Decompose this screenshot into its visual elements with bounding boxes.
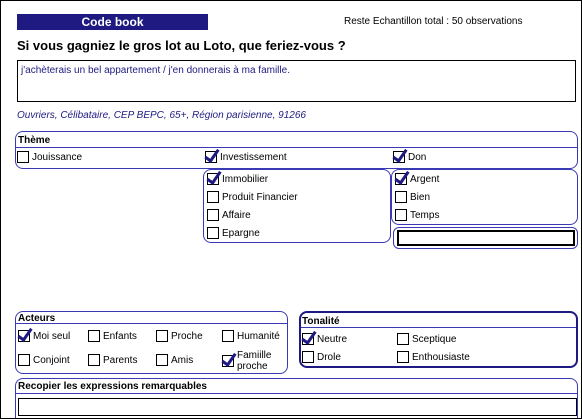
sample-info: Reste Echantillon total : 50 observation…	[344, 16, 523, 27]
checkbox-box[interactable]	[88, 354, 100, 366]
checkbox-label: Drole	[317, 351, 341, 363]
checkbox-box-checked[interactable]	[302, 333, 314, 345]
checkbox-box[interactable]	[302, 351, 314, 363]
respondent-profile: Ouvriers, Célibataire, CEP BEPC, 65+, Ré…	[17, 110, 306, 121]
checkbox-label: Proche	[171, 330, 203, 342]
expressions-input[interactable]	[18, 398, 577, 416]
checkbox-box-checked[interactable]	[395, 173, 407, 185]
checkbox-label: Bien	[410, 191, 431, 203]
expressions-title: Recopier les expressions remarquables	[18, 381, 207, 392]
checkbox-produit-financier[interactable]: Produit Financier	[207, 191, 298, 203]
checkbox-immobilier[interactable]: Immobilier	[207, 173, 268, 185]
checkbox-label: Jouissance	[32, 151, 83, 163]
checkbox-box[interactable]	[395, 209, 407, 221]
checkbox-label: Epargne	[222, 227, 260, 239]
checkbox-amis[interactable]: Amis	[156, 354, 193, 366]
checkbox-label: Enfants	[103, 330, 137, 342]
checkbox-don[interactable]: Don	[393, 151, 426, 163]
checkbox-label: Investissement	[220, 151, 287, 163]
checkbox-affaire[interactable]: Affaire	[207, 209, 251, 221]
checkbox-box[interactable]	[397, 351, 409, 363]
checkbox-box-checked[interactable]	[205, 151, 217, 163]
checkbox-label: Affaire	[222, 209, 251, 221]
expressions-title-underline	[16, 393, 577, 394]
checkbox-box-checked[interactable]	[393, 151, 405, 163]
checkbox-neutre[interactable]: Neutre	[302, 333, 347, 345]
checkbox-box[interactable]	[156, 330, 168, 342]
checkbox-label: Don	[408, 151, 427, 163]
checkbox-box[interactable]	[156, 354, 168, 366]
checkbox-box[interactable]	[17, 151, 29, 163]
checkbox-box-checked[interactable]	[18, 330, 30, 342]
checkbox-box[interactable]	[397, 333, 409, 345]
checkbox-argent[interactable]: Argent	[395, 173, 439, 185]
checkbox-label: Conjoint	[33, 354, 70, 366]
checkbox-box-checked[interactable]	[207, 173, 219, 185]
checkbox-label: Famiille proche	[237, 350, 272, 372]
tonalite-title-underline	[301, 327, 576, 328]
code-book-title: Code book	[17, 14, 208, 30]
checkbox-label: Immobilier	[222, 173, 269, 185]
tonalite-title: Tonalité	[302, 316, 340, 327]
checkbox-box[interactable]	[207, 191, 219, 203]
checkbox-jouissance[interactable]: Jouissance	[17, 151, 82, 163]
theme-title-underline	[16, 147, 577, 148]
answer-field[interactable]: j'achèterais un bel appartement / j'en d…	[17, 60, 576, 102]
theme-panel	[15, 131, 578, 169]
checkbox-box[interactable]	[88, 330, 100, 342]
don-other-input[interactable]	[397, 230, 575, 246]
checkbox-box[interactable]	[207, 227, 219, 239]
checkbox-label: Humanité	[237, 330, 280, 342]
checkbox-enfants[interactable]: Enfants	[88, 330, 137, 342]
checkbox-epargne[interactable]: Epargne	[207, 227, 260, 239]
checkbox-sceptique[interactable]: Sceptique	[397, 333, 456, 345]
checkbox-label: Sceptique	[412, 333, 457, 345]
checkbox-label: Enthousiaste	[412, 351, 470, 363]
checkbox-famille-proche[interactable]: Famiille proche	[222, 350, 285, 372]
checkbox-box[interactable]	[222, 330, 234, 342]
checkbox-proche[interactable]: Proche	[156, 330, 203, 342]
checkbox-investissement[interactable]: Investissement	[205, 151, 287, 163]
acteurs-title: Acteurs	[18, 313, 56, 324]
acteurs-title-underline	[16, 323, 287, 324]
theme-title: Thème	[18, 135, 51, 146]
checkbox-label: Produit Financier	[222, 191, 298, 203]
checkbox-label: Parents	[103, 354, 138, 366]
checkbox-humanite[interactable]: Humanité	[222, 330, 280, 342]
checkbox-label: Amis	[171, 354, 194, 366]
checkbox-drole[interactable]: Drole	[302, 351, 341, 363]
checkbox-enthousiaste[interactable]: Enthousiaste	[397, 351, 470, 363]
checkbox-box[interactable]	[18, 354, 30, 366]
checkbox-label: Argent	[410, 173, 440, 185]
checkbox-box[interactable]	[207, 209, 219, 221]
checkbox-bien[interactable]: Bien	[395, 191, 430, 203]
checkbox-temps[interactable]: Temps	[395, 209, 439, 221]
checkbox-label: Moi seul	[33, 330, 71, 342]
checkbox-box[interactable]	[395, 191, 407, 203]
question-text: Si vous gagniez le gros lot au Loto, que…	[17, 38, 346, 53]
checkbox-label: Neutre	[317, 333, 348, 345]
checkbox-parents[interactable]: Parents	[88, 354, 137, 366]
checkbox-label: Temps	[410, 209, 440, 221]
checkbox-conjoint[interactable]: Conjoint	[18, 354, 70, 366]
checkbox-moi-seul[interactable]: Moi seul	[18, 330, 70, 342]
checkbox-box-checked[interactable]	[222, 355, 234, 367]
